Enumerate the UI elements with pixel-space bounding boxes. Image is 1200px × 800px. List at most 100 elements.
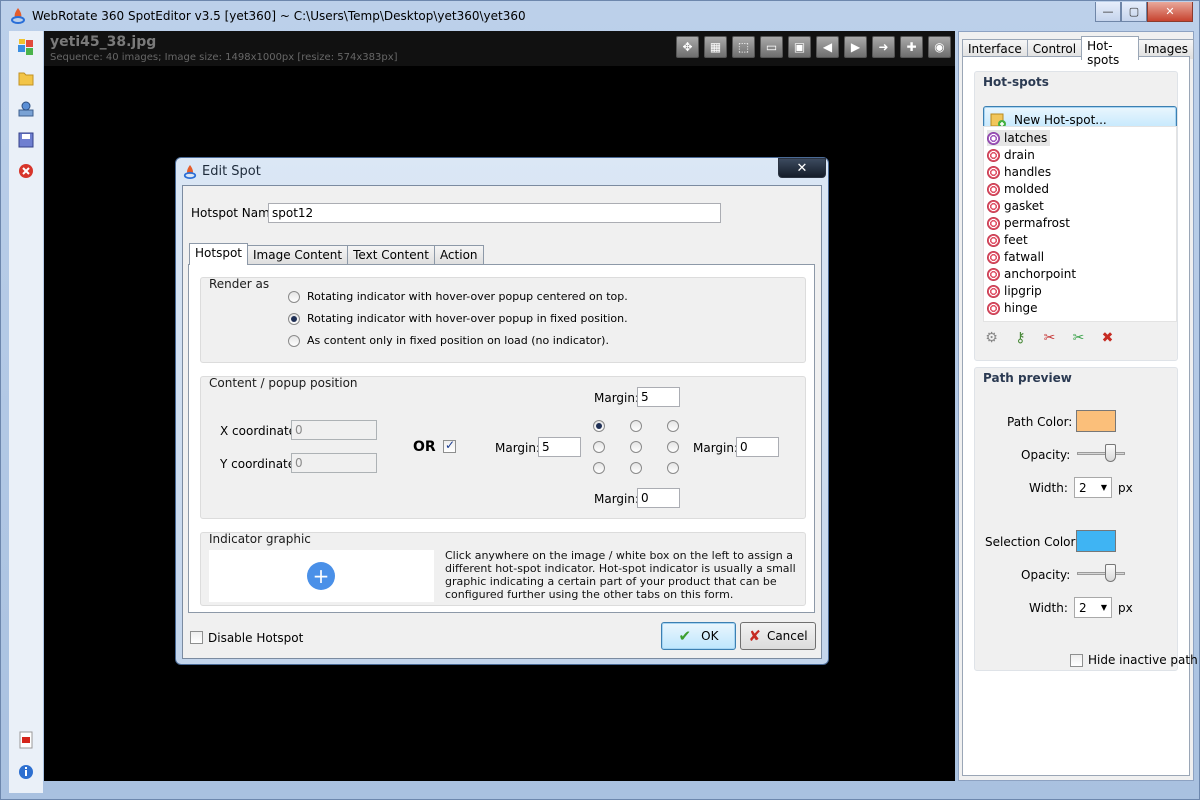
render-option-label: Rotating indicator with hover-over popup… <box>307 290 628 303</box>
path-color-label: Path Color: <box>1007 415 1073 429</box>
list-item[interactable]: handles <box>987 164 1054 180</box>
close-red-icon[interactable] <box>17 162 35 180</box>
list-item[interactable]: fatwall <box>987 249 1047 265</box>
margin-left-input[interactable]: 5 <box>538 437 581 457</box>
list-item[interactable]: drain <box>987 147 1038 163</box>
list-item[interactable]: latches <box>987 130 1051 146</box>
plus-circle-icon: + <box>307 562 335 590</box>
hotspot-target-icon <box>987 199 1000 213</box>
list-item[interactable]: gasket <box>987 198 1047 214</box>
anchor-radio-top-right[interactable] <box>667 420 679 432</box>
render-as-title: Render as <box>209 277 270 291</box>
anchor-radio-top-center[interactable] <box>630 420 642 432</box>
reset-icon[interactable]: ◉ <box>928 36 951 58</box>
margin-top-input[interactable]: 5 <box>637 387 680 407</box>
anchor-radio-middle-center[interactable] <box>630 441 642 453</box>
indicator-preview-box[interactable]: + <box>209 550 434 602</box>
hotspot-list[interactable]: latches drain handles molded gasket permafros… <box>983 126 1177 322</box>
ok-button[interactable]: ✔ OK <box>661 622 736 650</box>
render-option-label: As content only in fixed position on loa… <box>307 334 609 347</box>
ok-label: OK <box>701 629 719 643</box>
margin-bottom-input[interactable]: 0 <box>637 488 680 508</box>
hotspot-label: hinge <box>1004 301 1038 315</box>
position-group: Content / popup position X coordinate: 0… <box>200 376 806 519</box>
or-checkbox[interactable] <box>443 438 456 453</box>
tab-action[interactable]: Action <box>433 245 484 265</box>
anchor-radio-bottom-right[interactable] <box>667 462 679 474</box>
add-spot-icon[interactable]: ✂ <box>1070 329 1087 346</box>
path-opacity-label: Opacity: <box>1021 448 1071 462</box>
anchor-radio-middle-right[interactable] <box>667 441 679 453</box>
dialog-title: Edit Spot <box>202 164 261 179</box>
publish-icon[interactable] <box>17 100 35 118</box>
settings-icon[interactable]: ⚙ <box>983 329 1000 346</box>
cancel-x-icon: ✘ <box>748 627 761 645</box>
fit-icon[interactable]: ▭ <box>760 36 783 58</box>
hotspot-target-icon <box>987 233 1000 247</box>
anchor-radio-bottom-left[interactable] <box>593 462 605 474</box>
path-width-value: 2 <box>1079 480 1087 495</box>
selection-color-swatch[interactable] <box>1076 530 1116 552</box>
list-item[interactable]: hinge <box>987 300 1041 316</box>
hotspot-name-input[interactable]: spot12 <box>268 203 721 223</box>
render-option-radio[interactable] <box>288 313 300 325</box>
margin-bottom-label: Margin: <box>594 492 640 506</box>
path-color-swatch[interactable] <box>1076 410 1116 432</box>
render-option-radio[interactable] <box>288 335 300 347</box>
margin-right-input[interactable]: 0 <box>736 437 779 457</box>
tab-hotspot[interactable]: Hotspot <box>189 243 248 265</box>
delete-icon[interactable]: ✖ <box>1099 329 1116 346</box>
info-icon[interactable] <box>17 763 35 781</box>
chevron-down-icon: ▼ <box>1100 483 1107 492</box>
minimize-button[interactable]: — <box>1095 2 1121 22</box>
arrow-left-icon[interactable]: ◀ <box>816 36 839 58</box>
selection-opacity-slider[interactable] <box>1077 562 1125 584</box>
y-coordinate-input[interactable]: 0 <box>291 453 377 473</box>
tab-image-content[interactable]: Image Content <box>247 245 349 265</box>
anchor-radio-bottom-center[interactable] <box>630 462 642 474</box>
anchor-radio-top-left[interactable] <box>593 420 605 432</box>
margin-right-label: Margin: <box>693 441 739 455</box>
arrow-right-icon[interactable]: ➜ <box>872 36 895 58</box>
window-title: WebRotate 360 SpotEditor v3.5 [yet360] ~… <box>32 9 526 23</box>
tab-hot-spots[interactable]: Hot-spots <box>1081 36 1140 67</box>
save-icon[interactable] <box>17 131 35 149</box>
move-icon[interactable]: ✥ <box>676 36 699 58</box>
x-coordinate-input[interactable]: 0 <box>291 420 377 440</box>
disable-hotspot-checkbox[interactable] <box>190 631 203 644</box>
grid-icon[interactable]: ▦ <box>704 36 727 58</box>
anchor-radio-middle-left[interactable] <box>593 441 605 453</box>
maximize-button[interactable]: ▢ <box>1121 2 1147 22</box>
list-item[interactable]: molded <box>987 181 1052 197</box>
dialog-close-button[interactable]: ✕ <box>778 158 826 178</box>
play-icon[interactable]: ▶ <box>844 36 867 58</box>
hotspot-tab-panel: Render as Rotating indicator with hover-… <box>188 264 815 613</box>
key-icon[interactable]: ⚷ <box>1012 329 1029 346</box>
selection-opacity-label: Opacity: <box>1021 568 1071 582</box>
cancel-label: Cancel <box>766 629 808 643</box>
cubes-icon[interactable] <box>17 38 35 56</box>
chevron-down-icon: ▼ <box>1100 603 1107 612</box>
tab-text-content[interactable]: Text Content <box>347 245 435 265</box>
hide-inactive-checkbox[interactable] <box>1070 654 1083 667</box>
list-item[interactable]: lipgrip <box>987 283 1045 299</box>
cancel-button[interactable]: ✘ Cancel <box>740 622 816 650</box>
path-width-select[interactable]: 2 ▼ <box>1074 477 1112 498</box>
list-item[interactable]: anchorpoint <box>987 266 1079 282</box>
zoom-plus-icon[interactable]: ✚ <box>900 36 923 58</box>
selection-width-unit: px <box>1118 601 1133 615</box>
fullscreen-icon[interactable]: ▣ <box>788 36 811 58</box>
close-button[interactable]: ✕ <box>1147 2 1193 22</box>
list-item[interactable]: feet <box>987 232 1031 248</box>
selection-width-select[interactable]: 2 ▼ <box>1074 597 1112 618</box>
path-opacity-slider[interactable] <box>1077 442 1125 464</box>
folder-icon[interactable] <box>17 69 35 87</box>
right-panel: Interface Control Hot-spots Images Hot-spot… <box>958 31 1198 781</box>
list-item[interactable]: permafrost <box>987 215 1073 231</box>
hotspot-target-icon <box>987 131 1000 145</box>
render-option-radio[interactable] <box>288 291 300 303</box>
cut-icon[interactable]: ✂ <box>1041 329 1058 346</box>
pdf-icon[interactable] <box>17 731 35 749</box>
select-region-icon[interactable]: ⬚ <box>732 36 755 58</box>
or-label: OR <box>413 439 436 455</box>
